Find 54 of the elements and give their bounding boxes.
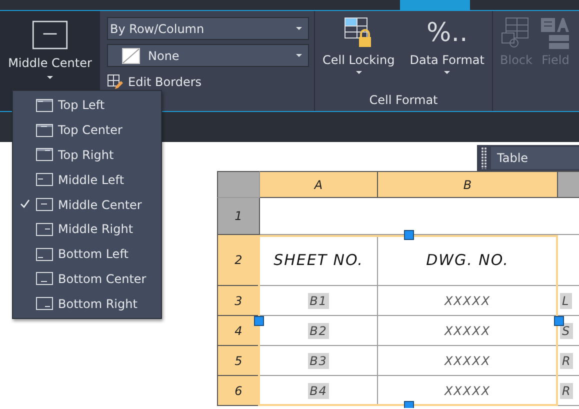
row-header[interactable]: 1 (217, 198, 260, 235)
edit-borders-button[interactable]: Edit Borders (107, 71, 202, 93)
column-header[interactable]: A (260, 171, 378, 198)
ribbon-button[interactable]: Cell Locking (320, 17, 397, 93)
table-cell: B4 (260, 376, 378, 406)
table-cell: XXXXX (378, 346, 558, 376)
grip-handle[interactable] (404, 401, 414, 408)
table-cell: R (558, 346, 579, 376)
table-cell: L (558, 286, 579, 316)
row-header[interactable]: 4 (217, 316, 260, 346)
alignment-icon (36, 148, 53, 162)
menu-item[interactable]: Top Right (13, 142, 161, 168)
alignment-icon (36, 248, 53, 261)
alignment-icon (36, 98, 53, 112)
menu-item[interactable]: Bottom Left (13, 242, 161, 267)
table-lock-icon (344, 17, 374, 49)
alignment-icon (36, 173, 53, 186)
percent-format-icon: %.. (426, 17, 468, 49)
row-header[interactable]: 6 (217, 376, 260, 406)
table-cell: SHEET NO. (260, 235, 378, 286)
column-header[interactable]: B (378, 171, 558, 198)
table-cell: B3 (260, 346, 378, 376)
menu-item[interactable]: Bottom Right (13, 291, 161, 316)
grip-handle[interactable] (554, 316, 564, 326)
menu-item[interactable]: Middle Center (13, 192, 161, 217)
field-icon (540, 17, 570, 49)
grip-handle[interactable] (254, 316, 264, 326)
borders-pencil-icon (107, 74, 123, 90)
corner-cell[interactable] (217, 171, 260, 198)
row-header[interactable]: 5 (217, 346, 260, 376)
grip-handle[interactable] (404, 230, 414, 240)
menu-item[interactable]: Top Left (13, 93, 161, 118)
alignment-icon (36, 272, 53, 286)
background-fill-dropdown[interactable]: None (107, 44, 309, 67)
row-header[interactable]: 3 (217, 286, 260, 316)
grip-handle[interactable] (481, 147, 487, 169)
alignment-icon (36, 297, 53, 310)
row-header[interactable]: 2 (217, 235, 260, 286)
table-cell: XXXXX (378, 286, 558, 316)
alignment-icon (36, 222, 53, 236)
table-cell: B1 (260, 286, 378, 316)
cell-style-dropdown[interactable]: By Row/Column (107, 17, 309, 40)
panel-title: Cell Format (368, 93, 439, 109)
menu-item[interactable]: Middle Left (13, 167, 161, 192)
ribbon-button[interactable]: %.. Data Format (408, 17, 486, 93)
table-cell: R (558, 376, 579, 406)
alignment-icon (32, 20, 68, 50)
alignment-icon (36, 124, 53, 137)
table-label-field: Table (491, 147, 579, 169)
alignment-icon (36, 198, 53, 212)
no-fill-swatch-icon (122, 48, 140, 64)
table-block-icon (501, 17, 532, 49)
menu-item[interactable]: Middle Right (13, 216, 161, 242)
menu-item[interactable]: Bottom Center (13, 266, 161, 292)
